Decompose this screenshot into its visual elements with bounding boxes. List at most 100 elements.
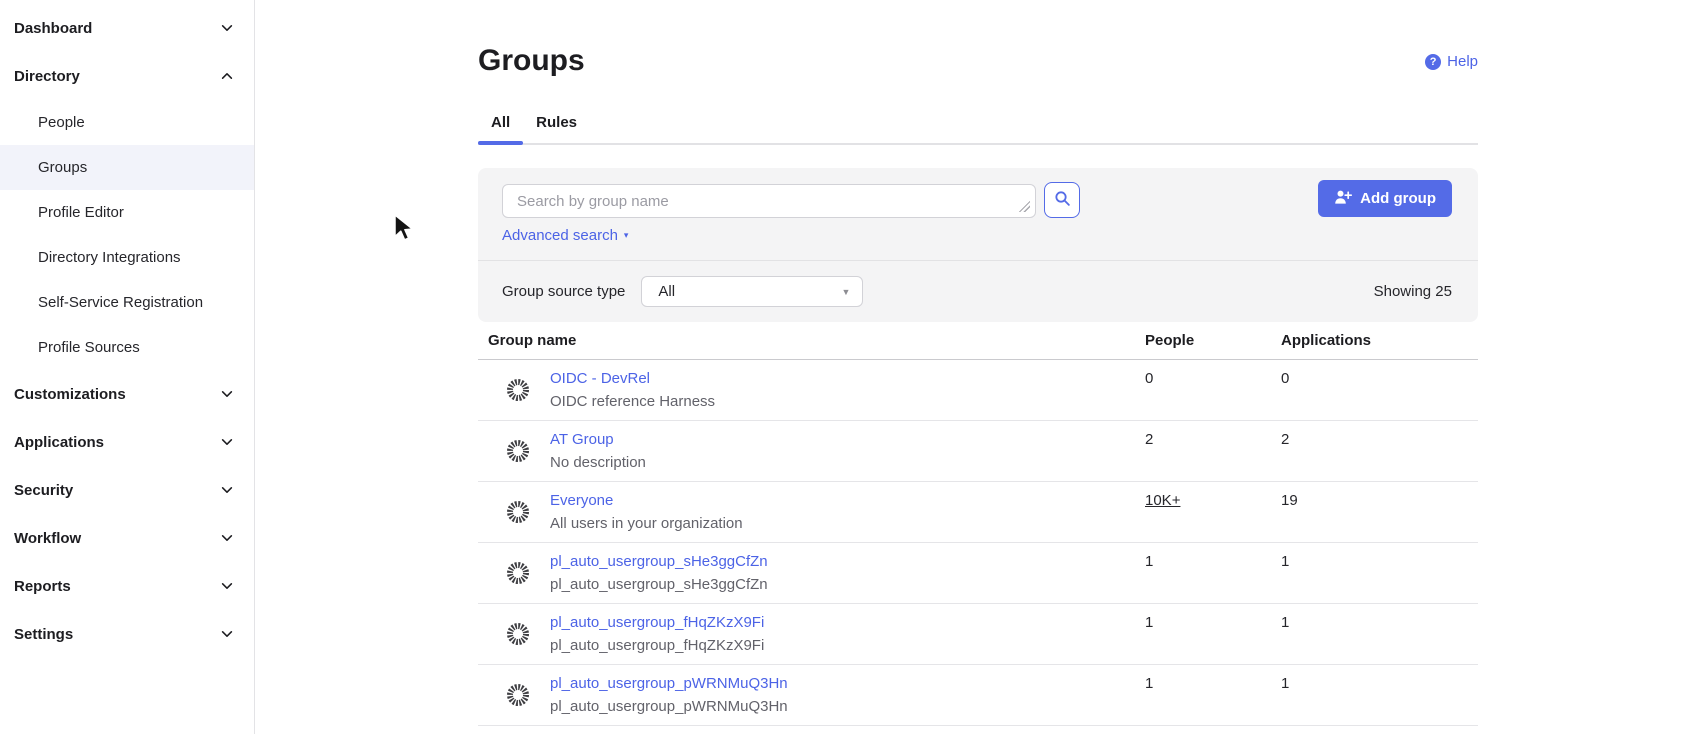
search-icon (1054, 190, 1071, 210)
sidebar-item-label: Directory (14, 68, 80, 85)
sidebar-item-label: Dashboard (14, 20, 92, 37)
sidebar: Dashboard Directory People Groups Profil… (0, 0, 255, 734)
search-input[interactable] (502, 184, 1036, 218)
column-header-applications: Applications (1281, 332, 1478, 349)
sidebar-item-label: Self-Service Registration (38, 294, 203, 311)
tab-bar: All Rules (478, 114, 1478, 145)
add-group-button[interactable]: Add group (1318, 180, 1452, 217)
group-description: All users in your organization (550, 514, 743, 534)
group-avatar-icon (505, 560, 531, 586)
sidebar-item-groups[interactable]: Groups (0, 145, 254, 190)
main-area: ? Help Groups All Rules (255, 0, 1687, 734)
group-name-link[interactable]: AT Group (550, 430, 646, 450)
group-avatar-icon (505, 377, 531, 403)
tab-all[interactable]: All (478, 114, 523, 143)
people-count: 1 (1145, 665, 1281, 725)
advanced-search-link[interactable]: Advanced search ▾ (502, 227, 628, 244)
chevron-down-icon (220, 531, 234, 545)
sidebar-item-workflow[interactable]: Workflow (0, 514, 254, 562)
sidebar-item-label: People (38, 114, 85, 131)
sidebar-item-label: Workflow (14, 530, 81, 547)
chevron-down-icon (220, 579, 234, 593)
sidebar-item-directory-integrations[interactable]: Directory Integrations (0, 235, 254, 280)
search-field-wrap (502, 184, 1036, 218)
caret-down-icon: ▾ (624, 231, 629, 240)
question-mark-icon: ? (1425, 54, 1441, 70)
group-description: OIDC reference Harness (550, 392, 715, 412)
group-name-link[interactable]: OIDC - DevRel (550, 369, 715, 389)
filter-card: Advanced search ▾ Add group Group source… (478, 168, 1478, 322)
group-name-link[interactable]: Everyone (550, 491, 743, 511)
applications-count: 2 (1281, 421, 1478, 481)
resize-grip-icon[interactable] (1019, 201, 1030, 212)
sidebar-item-dashboard[interactable]: Dashboard (0, 4, 254, 52)
table-row: AT Group No description 2 2 (478, 421, 1478, 482)
help-label: Help (1447, 53, 1478, 70)
applications-count: 1 (1281, 665, 1478, 725)
table-row: pl_auto_usergroup_sHe3ggCfZn pl_auto_use… (478, 543, 1478, 604)
applications-count: 1 (1281, 604, 1478, 664)
chevron-down-icon (220, 21, 234, 35)
applications-count: 1 (1281, 543, 1478, 603)
showing-count: Showing 25 (1374, 283, 1452, 300)
group-source-type-label: Group source type (502, 283, 625, 300)
chevron-down-icon (220, 483, 234, 497)
group-name-link[interactable]: pl_auto_usergroup_pWRNMuQ3Hn (550, 674, 788, 694)
sidebar-item-profile-sources[interactable]: Profile Sources (0, 325, 254, 370)
chevron-up-icon (220, 69, 234, 83)
tab-label: All (491, 114, 510, 131)
sidebar-item-security[interactable]: Security (0, 466, 254, 514)
applications-count: 0 (1281, 360, 1478, 420)
group-description: No description (550, 453, 646, 473)
caret-down-icon: ▼ (841, 287, 850, 297)
chevron-down-icon (220, 435, 234, 449)
sidebar-item-label: Directory Integrations (38, 249, 181, 266)
sidebar-item-customizations[interactable]: Customizations (0, 370, 254, 418)
sidebar-item-label: Settings (14, 626, 73, 643)
advanced-search-label: Advanced search (502, 227, 618, 244)
table-row: OIDC - DevRel OIDC reference Harness 0 0 (478, 360, 1478, 421)
group-avatar-icon (505, 621, 531, 647)
sidebar-item-reports[interactable]: Reports (0, 562, 254, 610)
people-count: 1 (1145, 543, 1281, 603)
table-row: pl_auto_usergroup_fHqZKzX9Fi pl_auto_use… (478, 604, 1478, 665)
group-name-link[interactable]: pl_auto_usergroup_fHqZKzX9Fi (550, 613, 764, 633)
table-row: Everyone All users in your organization … (478, 482, 1478, 543)
applications-count: 19 (1281, 482, 1478, 542)
sidebar-item-label: Customizations (14, 386, 126, 403)
sidebar-item-label: Reports (14, 578, 71, 595)
column-header-group-name: Group name (478, 332, 1145, 349)
sidebar-item-label: Profile Editor (38, 204, 124, 221)
people-count-link[interactable]: 10K+ (1145, 492, 1180, 509)
selected-option: All (658, 283, 675, 300)
search-button[interactable] (1044, 182, 1080, 218)
group-description: pl_auto_usergroup_sHe3ggCfZn (550, 575, 768, 595)
group-name-link[interactable]: pl_auto_usergroup_sHe3ggCfZn (550, 552, 768, 572)
tab-rules[interactable]: Rules (523, 114, 590, 143)
group-avatar-icon (505, 682, 531, 708)
sidebar-item-label: Profile Sources (38, 339, 140, 356)
sidebar-item-label: Groups (38, 159, 87, 176)
sidebar-item-applications[interactable]: Applications (0, 418, 254, 466)
sidebar-item-settings[interactable]: Settings (0, 610, 254, 658)
column-header-people: People (1145, 332, 1281, 349)
page-title: Groups (478, 0, 1478, 78)
group-description: pl_auto_usergroup_fHqZKzX9Fi (550, 636, 764, 656)
group-description: pl_auto_usergroup_pWRNMuQ3Hn (550, 697, 788, 717)
add-group-icon (1334, 189, 1352, 209)
group-avatar-icon (505, 499, 531, 525)
sidebar-item-profile-editor[interactable]: Profile Editor (0, 190, 254, 235)
help-link[interactable]: ? Help (1425, 53, 1478, 70)
sidebar-item-people[interactable]: People (0, 100, 254, 145)
sidebar-item-self-service-registration[interactable]: Self-Service Registration (0, 280, 254, 325)
table-header: Group name People Applications (478, 322, 1478, 360)
sidebar-item-label: Applications (14, 434, 104, 451)
chevron-down-icon (220, 387, 234, 401)
chevron-down-icon (220, 627, 234, 641)
table-row: pl_auto_usergroup_pWRNMuQ3Hn pl_auto_use… (478, 665, 1478, 726)
sidebar-item-directory[interactable]: Directory (0, 52, 254, 100)
tab-label: Rules (536, 114, 577, 131)
sidebar-item-label: Security (14, 482, 73, 499)
people-count: 0 (1145, 360, 1281, 420)
group-source-type-select[interactable]: All ▼ (641, 276, 863, 307)
